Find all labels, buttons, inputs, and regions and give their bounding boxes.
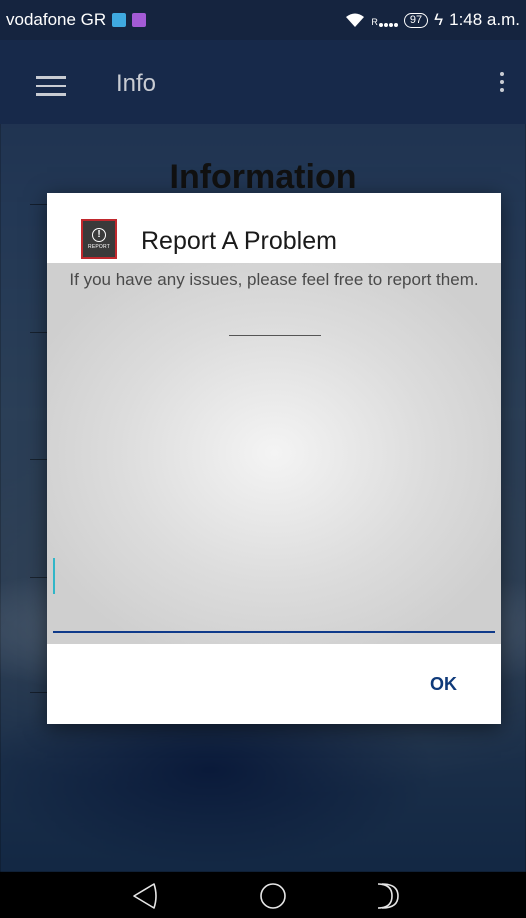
message-divider — [229, 335, 321, 336]
dialog-footer: OK — [47, 644, 501, 724]
wifi-icon — [346, 13, 365, 27]
charging-icon: ϟ — [434, 10, 444, 29]
report-problem-dialog: ! REPORT Report A Problem If you have an… — [47, 193, 501, 724]
app-bar: Info — [0, 40, 526, 124]
roaming-indicator: R — [371, 17, 378, 27]
text-cursor — [53, 558, 55, 594]
clock: 1:48 a.m. — [449, 10, 520, 29]
report-icon-label: REPORT — [88, 244, 110, 250]
hamburger-menu-icon[interactable] — [36, 76, 66, 96]
battery-icon: 97 — [403, 12, 429, 28]
status-bar: vodafone GR R 97 ϟ 1:48 a.m. — [0, 0, 526, 40]
home-icon[interactable] — [258, 881, 288, 911]
dialog-header: ! REPORT Report A Problem — [47, 193, 501, 263]
overflow-menu-icon[interactable] — [498, 72, 506, 98]
dialog-title: Report A Problem — [141, 227, 337, 255]
page-heading: Information — [169, 158, 357, 196]
back-icon[interactable] — [130, 881, 160, 911]
recents-icon[interactable] — [372, 881, 402, 911]
problem-description-input[interactable] — [53, 351, 495, 633]
image-notification-icon — [132, 13, 147, 27]
app-bar-title: Info — [116, 70, 157, 97]
alert-icon: ! — [92, 228, 106, 242]
dialog-message: If you have any issues, please feel free… — [69, 270, 479, 289]
gallery-notification-icon — [112, 13, 127, 27]
app-screen: Information vodafone GR R 97 ϟ 1:48 a.m. — [0, 0, 526, 918]
ok-button[interactable]: OK — [422, 668, 465, 701]
battery-level: 97 — [409, 14, 423, 26]
dialog-body: If you have any issues, please feel free… — [47, 263, 501, 644]
signal-icon: R — [371, 13, 398, 27]
navigation-bar — [0, 872, 526, 918]
report-icon: ! REPORT — [81, 219, 117, 259]
carrier-name: vodafone GR — [6, 10, 107, 29]
